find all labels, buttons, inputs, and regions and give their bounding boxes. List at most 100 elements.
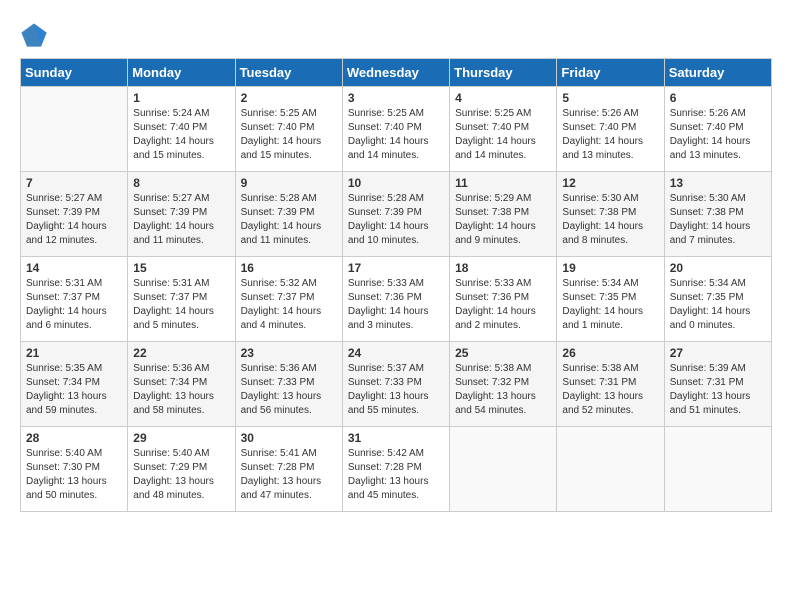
- cell-info: Sunrise: 5:27 AMSunset: 7:39 PMDaylight:…: [26, 193, 107, 246]
- day-number: 27: [670, 346, 766, 360]
- cell-info: Sunrise: 5:33 AMSunset: 7:36 PMDaylight:…: [455, 278, 536, 331]
- cell-info: Sunrise: 5:26 AMSunset: 7:40 PMDaylight:…: [670, 108, 751, 161]
- calendar-cell: 26 Sunrise: 5:38 AMSunset: 7:31 PMDaylig…: [557, 342, 664, 427]
- calendar-cell: 20 Sunrise: 5:34 AMSunset: 7:35 PMDaylig…: [664, 257, 771, 342]
- day-number: 30: [241, 431, 337, 445]
- calendar-cell: 15 Sunrise: 5:31 AMSunset: 7:37 PMDaylig…: [128, 257, 235, 342]
- weekday-header-thursday: Thursday: [450, 59, 557, 87]
- day-number: 3: [348, 91, 444, 105]
- day-number: 21: [26, 346, 122, 360]
- calendar-cell: 19 Sunrise: 5:34 AMSunset: 7:35 PMDaylig…: [557, 257, 664, 342]
- day-number: 7: [26, 176, 122, 190]
- cell-info: Sunrise: 5:42 AMSunset: 7:28 PMDaylight:…: [348, 448, 429, 501]
- calendar-cell: 6 Sunrise: 5:26 AMSunset: 7:40 PMDayligh…: [664, 87, 771, 172]
- day-number: 16: [241, 261, 337, 275]
- day-number: 31: [348, 431, 444, 445]
- cell-info: Sunrise: 5:39 AMSunset: 7:31 PMDaylight:…: [670, 363, 751, 416]
- weekday-header-saturday: Saturday: [664, 59, 771, 87]
- day-number: 25: [455, 346, 551, 360]
- cell-info: Sunrise: 5:40 AMSunset: 7:29 PMDaylight:…: [133, 448, 214, 501]
- cell-info: Sunrise: 5:29 AMSunset: 7:38 PMDaylight:…: [455, 193, 536, 246]
- calendar-cell: 16 Sunrise: 5:32 AMSunset: 7:37 PMDaylig…: [235, 257, 342, 342]
- cell-info: Sunrise: 5:40 AMSunset: 7:30 PMDaylight:…: [26, 448, 107, 501]
- calendar-cell: 4 Sunrise: 5:25 AMSunset: 7:40 PMDayligh…: [450, 87, 557, 172]
- calendar-cell: 14 Sunrise: 5:31 AMSunset: 7:37 PMDaylig…: [21, 257, 128, 342]
- calendar-cell: 7 Sunrise: 5:27 AMSunset: 7:39 PMDayligh…: [21, 172, 128, 257]
- day-number: 18: [455, 261, 551, 275]
- cell-info: Sunrise: 5:33 AMSunset: 7:36 PMDaylight:…: [348, 278, 429, 331]
- day-number: 12: [562, 176, 658, 190]
- calendar-cell: 18 Sunrise: 5:33 AMSunset: 7:36 PMDaylig…: [450, 257, 557, 342]
- calendar-cell: 5 Sunrise: 5:26 AMSunset: 7:40 PMDayligh…: [557, 87, 664, 172]
- weekday-header-sunday: Sunday: [21, 59, 128, 87]
- calendar-cell: 25 Sunrise: 5:38 AMSunset: 7:32 PMDaylig…: [450, 342, 557, 427]
- cell-info: Sunrise: 5:30 AMSunset: 7:38 PMDaylight:…: [562, 193, 643, 246]
- cell-info: Sunrise: 5:31 AMSunset: 7:37 PMDaylight:…: [133, 278, 214, 331]
- calendar-week-3: 14 Sunrise: 5:31 AMSunset: 7:37 PMDaylig…: [21, 257, 772, 342]
- day-number: 14: [26, 261, 122, 275]
- calendar-week-5: 28 Sunrise: 5:40 AMSunset: 7:30 PMDaylig…: [21, 427, 772, 512]
- calendar-cell: 13 Sunrise: 5:30 AMSunset: 7:38 PMDaylig…: [664, 172, 771, 257]
- cell-info: Sunrise: 5:38 AMSunset: 7:32 PMDaylight:…: [455, 363, 536, 416]
- cell-info: Sunrise: 5:34 AMSunset: 7:35 PMDaylight:…: [670, 278, 751, 331]
- logo: [20, 20, 52, 48]
- calendar-week-4: 21 Sunrise: 5:35 AMSunset: 7:34 PMDaylig…: [21, 342, 772, 427]
- calendar-table: SundayMondayTuesdayWednesdayThursdayFrid…: [20, 58, 772, 512]
- calendar-cell: [450, 427, 557, 512]
- day-number: 9: [241, 176, 337, 190]
- calendar-cell: 10 Sunrise: 5:28 AMSunset: 7:39 PMDaylig…: [342, 172, 449, 257]
- cell-info: Sunrise: 5:30 AMSunset: 7:38 PMDaylight:…: [670, 193, 751, 246]
- day-number: 17: [348, 261, 444, 275]
- calendar-cell: [664, 427, 771, 512]
- day-number: 4: [455, 91, 551, 105]
- day-number: 1: [133, 91, 229, 105]
- calendar-cell: 21 Sunrise: 5:35 AMSunset: 7:34 PMDaylig…: [21, 342, 128, 427]
- calendar-header: SundayMondayTuesdayWednesdayThursdayFrid…: [21, 59, 772, 87]
- logo-icon: [20, 20, 48, 48]
- day-number: 5: [562, 91, 658, 105]
- day-number: 23: [241, 346, 337, 360]
- day-number: 6: [670, 91, 766, 105]
- cell-info: Sunrise: 5:27 AMSunset: 7:39 PMDaylight:…: [133, 193, 214, 246]
- calendar-cell: 3 Sunrise: 5:25 AMSunset: 7:40 PMDayligh…: [342, 87, 449, 172]
- calendar-cell: 1 Sunrise: 5:24 AMSunset: 7:40 PMDayligh…: [128, 87, 235, 172]
- cell-info: Sunrise: 5:31 AMSunset: 7:37 PMDaylight:…: [26, 278, 107, 331]
- weekday-header-monday: Monday: [128, 59, 235, 87]
- cell-info: Sunrise: 5:24 AMSunset: 7:40 PMDaylight:…: [133, 108, 214, 161]
- header: [20, 20, 772, 48]
- calendar-cell: 9 Sunrise: 5:28 AMSunset: 7:39 PMDayligh…: [235, 172, 342, 257]
- weekday-header-friday: Friday: [557, 59, 664, 87]
- weekday-header-tuesday: Tuesday: [235, 59, 342, 87]
- calendar-cell: 29 Sunrise: 5:40 AMSunset: 7:29 PMDaylig…: [128, 427, 235, 512]
- day-number: 2: [241, 91, 337, 105]
- cell-info: Sunrise: 5:28 AMSunset: 7:39 PMDaylight:…: [348, 193, 429, 246]
- cell-info: Sunrise: 5:36 AMSunset: 7:33 PMDaylight:…: [241, 363, 322, 416]
- cell-info: Sunrise: 5:35 AMSunset: 7:34 PMDaylight:…: [26, 363, 107, 416]
- calendar-cell: 2 Sunrise: 5:25 AMSunset: 7:40 PMDayligh…: [235, 87, 342, 172]
- calendar-cell: 27 Sunrise: 5:39 AMSunset: 7:31 PMDaylig…: [664, 342, 771, 427]
- cell-info: Sunrise: 5:25 AMSunset: 7:40 PMDaylight:…: [241, 108, 322, 161]
- cell-info: Sunrise: 5:26 AMSunset: 7:40 PMDaylight:…: [562, 108, 643, 161]
- calendar-cell: 30 Sunrise: 5:41 AMSunset: 7:28 PMDaylig…: [235, 427, 342, 512]
- weekday-header-row: SundayMondayTuesdayWednesdayThursdayFrid…: [21, 59, 772, 87]
- cell-info: Sunrise: 5:32 AMSunset: 7:37 PMDaylight:…: [241, 278, 322, 331]
- calendar-cell: 31 Sunrise: 5:42 AMSunset: 7:28 PMDaylig…: [342, 427, 449, 512]
- calendar-cell: 22 Sunrise: 5:36 AMSunset: 7:34 PMDaylig…: [128, 342, 235, 427]
- weekday-header-wednesday: Wednesday: [342, 59, 449, 87]
- calendar-week-2: 7 Sunrise: 5:27 AMSunset: 7:39 PMDayligh…: [21, 172, 772, 257]
- day-number: 15: [133, 261, 229, 275]
- cell-info: Sunrise: 5:41 AMSunset: 7:28 PMDaylight:…: [241, 448, 322, 501]
- calendar-cell: 23 Sunrise: 5:36 AMSunset: 7:33 PMDaylig…: [235, 342, 342, 427]
- day-number: 24: [348, 346, 444, 360]
- day-number: 10: [348, 176, 444, 190]
- calendar-cell: 17 Sunrise: 5:33 AMSunset: 7:36 PMDaylig…: [342, 257, 449, 342]
- cell-info: Sunrise: 5:25 AMSunset: 7:40 PMDaylight:…: [348, 108, 429, 161]
- cell-info: Sunrise: 5:37 AMSunset: 7:33 PMDaylight:…: [348, 363, 429, 416]
- day-number: 26: [562, 346, 658, 360]
- calendar-cell: 24 Sunrise: 5:37 AMSunset: 7:33 PMDaylig…: [342, 342, 449, 427]
- day-number: 20: [670, 261, 766, 275]
- calendar-cell: 8 Sunrise: 5:27 AMSunset: 7:39 PMDayligh…: [128, 172, 235, 257]
- day-number: 29: [133, 431, 229, 445]
- calendar-cell: 28 Sunrise: 5:40 AMSunset: 7:30 PMDaylig…: [21, 427, 128, 512]
- cell-info: Sunrise: 5:28 AMSunset: 7:39 PMDaylight:…: [241, 193, 322, 246]
